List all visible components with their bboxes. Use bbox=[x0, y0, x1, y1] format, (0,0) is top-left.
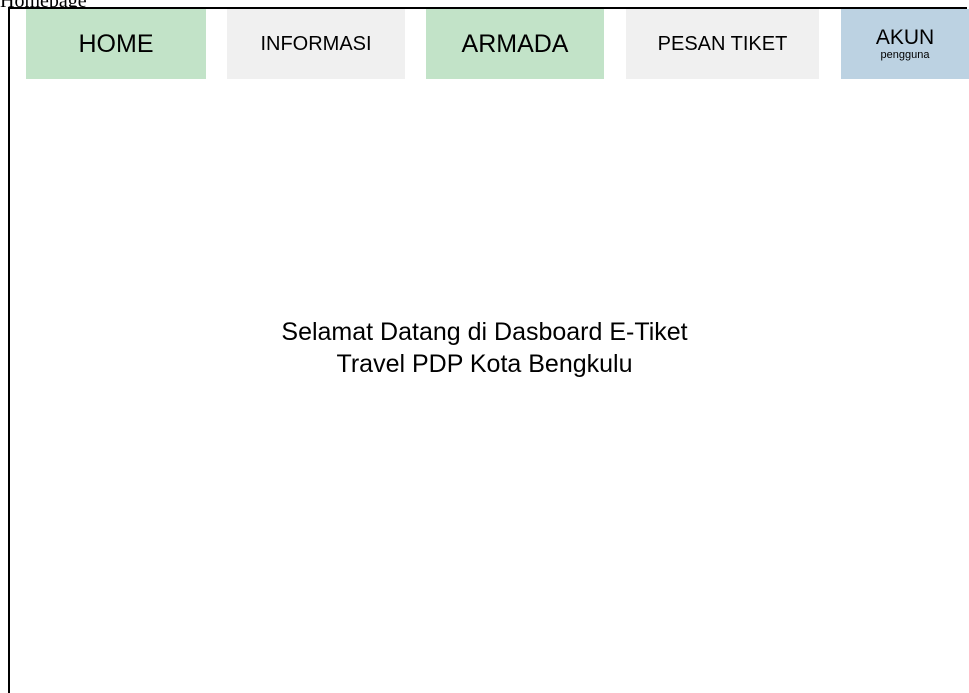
nav-akun-sublabel: pengguna bbox=[880, 48, 930, 61]
nav-home-button[interactable]: HOME bbox=[26, 9, 206, 79]
welcome-line-2: Travel PDP Kota Bengkulu bbox=[336, 350, 633, 378]
nav-pesan-tiket-button[interactable]: PESAN TIKET bbox=[626, 9, 819, 79]
nav-home-label: HOME bbox=[78, 29, 154, 58]
nav-informasi-label: INFORMASI bbox=[260, 32, 372, 55]
nav-akun-label: AKUN bbox=[875, 25, 935, 49]
nav-pesan-tiket-label: PESAN TIKET bbox=[657, 32, 788, 55]
welcome-line-1: Selamat Datang di Dasboard E-Tiket bbox=[281, 318, 688, 346]
nav-armada-label: ARMADA bbox=[461, 29, 569, 58]
welcome-message: Selamat Datang di Dasboard E-Tiket Trave… bbox=[0, 316, 969, 380]
nav-armada-button[interactable]: ARMADA bbox=[426, 9, 604, 79]
nav-informasi-button[interactable]: INFORMASI bbox=[227, 9, 405, 79]
nav-akun-button[interactable]: AKUN pengguna bbox=[841, 9, 969, 79]
